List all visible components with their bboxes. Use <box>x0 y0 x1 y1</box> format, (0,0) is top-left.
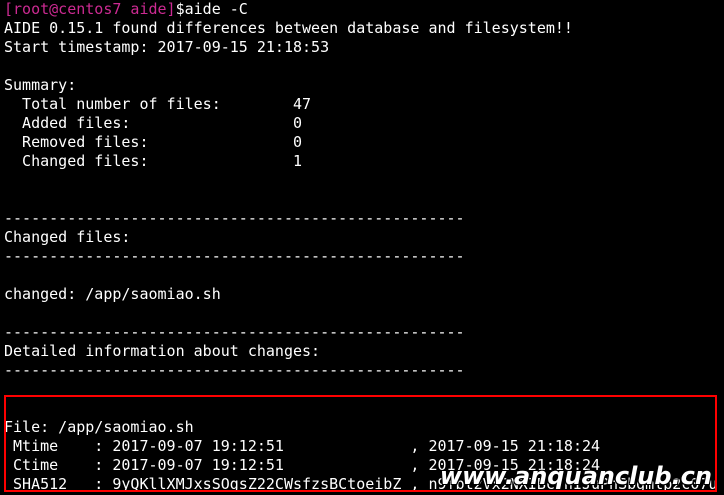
separator-line: ----------------------------------------… <box>4 247 465 265</box>
prompt-command: $aide -C <box>175 0 248 18</box>
summary-added-files: Added files: 0 <box>4 114 303 132</box>
prompt-user-host: [root@centos7 aide] <box>4 0 176 18</box>
summary-total-files: Total number of files: 47 <box>4 95 312 113</box>
summary-removed-files: Removed files: 0 <box>4 133 303 151</box>
changed-files-heading: Changed files: <box>4 228 131 246</box>
detailed-info-heading: Detailed information about changes: <box>4 342 321 360</box>
separator-line: ----------------------------------------… <box>4 323 465 341</box>
changed-file-entry: changed: /app/saomiao.sh <box>4 285 221 303</box>
summary-changed-files: Changed files: 1 <box>4 152 303 170</box>
summary-heading: Summary: <box>4 76 77 94</box>
watermark: www.anquanclub.cn <box>439 462 712 490</box>
separator-line: ----------------------------------------… <box>4 361 465 379</box>
terminal-window[interactable]: [root@centos7 aide]$aide -C AIDE 0.15.1 … <box>0 0 724 495</box>
output-line: AIDE 0.15.1 found differences between da… <box>4 19 573 37</box>
separator-line: ----------------------------------------… <box>4 209 465 227</box>
prompt-line: [root@centos7 aide]$aide -C <box>4 0 248 19</box>
output-line: Start timestamp: 2017-09-15 21:18:53 <box>4 38 330 56</box>
